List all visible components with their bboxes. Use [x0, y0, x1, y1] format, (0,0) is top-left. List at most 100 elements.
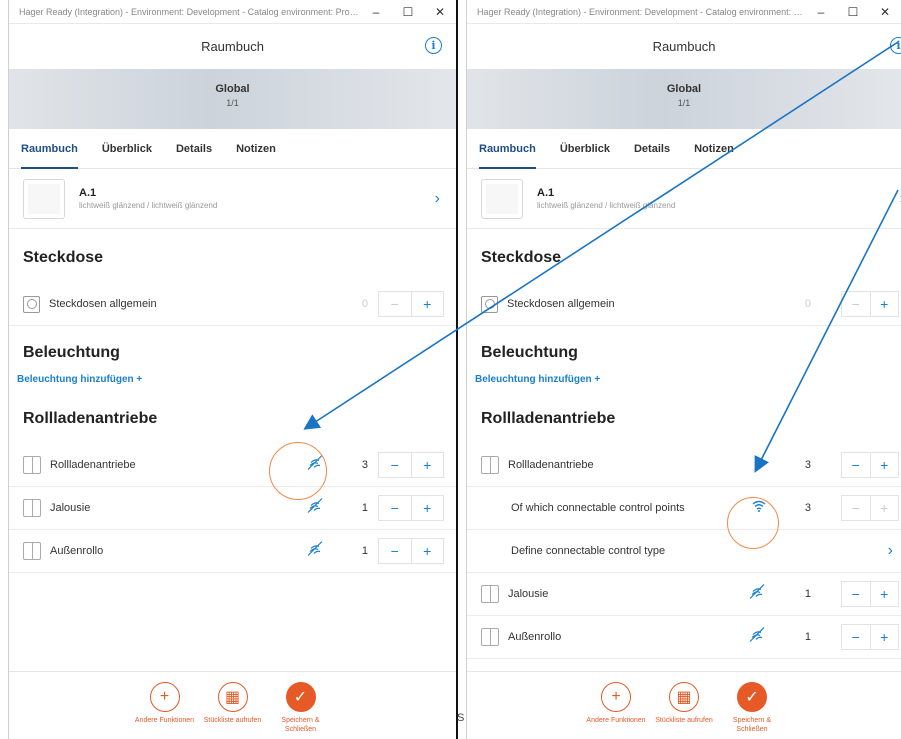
add-lighting-link[interactable]: Beleuchtung hinzufügen +	[467, 374, 901, 410]
blind-icon	[481, 628, 499, 646]
minimize-button[interactable]: –	[360, 0, 392, 24]
quantity-stepper: − +	[378, 291, 444, 317]
increment-button[interactable]: +	[410, 453, 444, 477]
room-title: Global	[666, 83, 702, 95]
other-functions-button[interactable]: + Andere Funktionen	[131, 672, 199, 739]
unlinked-signal-icon[interactable]	[306, 540, 324, 563]
room-counter: 1/1	[226, 98, 239, 108]
list-item: Außenrollo 1 − +	[467, 616, 901, 659]
define-control-type-row[interactable]: Define connectable control type ›	[467, 530, 901, 573]
highlight-circle	[269, 442, 327, 500]
quantity-stepper: − +	[378, 538, 444, 564]
row-label: Rollladenantriebe	[508, 459, 594, 471]
list-icon: ▦	[217, 682, 248, 712]
unlinked-signal-icon[interactable]	[748, 583, 766, 606]
quantity-stepper: − +	[378, 452, 444, 478]
section-beleuchtung: Beleuchtung	[481, 344, 578, 361]
list-item: Jalousie 1 − +	[467, 573, 901, 616]
decrement-button[interactable]: −	[379, 453, 411, 477]
other-functions-button[interactable]: + Andere Funktionen	[582, 672, 650, 739]
tab-raumbuch[interactable]: Raumbuch	[479, 129, 536, 169]
section-steckdose: Steckdose	[481, 249, 562, 266]
row-count: 3	[361, 459, 368, 471]
product-selector[interactable]: A.1 lichtweiß glänzend / lichtweiß glänz…	[467, 169, 901, 229]
bill-of-materials-button[interactable]: ▦ Stückliste aufrufen	[650, 672, 718, 739]
increment-button[interactable]: +	[410, 496, 444, 520]
app-header: Raumbuch i	[9, 24, 456, 69]
row-label: Jalousie	[508, 588, 549, 600]
increment-button[interactable]: +	[869, 292, 899, 316]
increment-button[interactable]: +	[869, 625, 899, 649]
decrement-button[interactable]: −	[842, 453, 870, 477]
unlinked-signal-icon[interactable]	[748, 626, 766, 649]
quantity-stepper: − +	[841, 291, 899, 317]
decrement-button[interactable]: −	[379, 496, 411, 520]
increment-button[interactable]: +	[869, 496, 899, 520]
action-label: Stückliste aufrufen	[655, 717, 713, 724]
check-icon: ✓	[737, 682, 767, 712]
blind-icon	[23, 456, 41, 474]
tab-bar: Raumbuch Überblick Details Notizen	[467, 129, 901, 169]
action-label: Speichern & Schließen	[732, 717, 772, 733]
minimize-button[interactable]: –	[805, 0, 837, 24]
action-label: Andere Funktionen	[134, 717, 195, 724]
row-count: 3	[804, 459, 811, 471]
maximize-button[interactable]: ☐	[837, 0, 869, 24]
quantity-stepper: − +	[841, 581, 899, 607]
room-title: Global	[215, 83, 250, 95]
list-item: Außenrollo 1 − +	[9, 530, 456, 573]
row-label: Rollladenantriebe	[50, 459, 136, 471]
tab-notizen[interactable]: Notizen	[236, 129, 276, 169]
title-bar: Hager Ready (Integration) - Environment:…	[467, 0, 901, 24]
row-count: 1	[361, 545, 368, 557]
row-label: Steckdosen allgemein	[507, 298, 615, 310]
action-bar: + Andere Funktionen ▦ Stückliste aufrufe…	[467, 671, 901, 739]
window-title: Hager Ready (Integration) - Environment:…	[19, 6, 360, 17]
tab-raumbuch[interactable]: Raumbuch	[21, 129, 78, 169]
blind-icon	[481, 585, 499, 603]
room-counter: 1/1	[677, 98, 691, 108]
bill-of-materials-button[interactable]: ▦ Stückliste aufrufen	[199, 672, 267, 739]
app-header: Raumbuch i	[467, 24, 901, 69]
window-title: Hager Ready (Integration) - Environment:…	[477, 6, 805, 17]
unlinked-signal-icon[interactable]	[306, 497, 324, 520]
close-button[interactable]: ✕	[424, 0, 456, 24]
decrement-button[interactable]: −	[842, 292, 870, 316]
decrement-button[interactable]: −	[842, 496, 870, 520]
increment-button[interactable]: +	[410, 539, 444, 563]
decrement-button[interactable]: −	[842, 625, 870, 649]
info-icon[interactable]: i	[425, 37, 442, 54]
increment-button[interactable]: +	[410, 292, 444, 316]
row-label: Außenrollo	[50, 545, 104, 557]
save-close-button[interactable]: ✓ Speichern & Schließen	[267, 672, 335, 739]
chevron-right-icon[interactable]: ›	[888, 542, 893, 560]
increment-button[interactable]: +	[869, 582, 899, 606]
row-label: Steckdosen allgemein	[49, 298, 157, 310]
steckdose-row: Steckdosen allgemein 0 − +	[9, 283, 456, 326]
tab-ueberblick[interactable]: Überblick	[102, 129, 152, 169]
decrement-button[interactable]: −	[842, 582, 870, 606]
tab-details[interactable]: Details	[176, 129, 212, 169]
decrement-button[interactable]: −	[379, 292, 411, 316]
save-close-button[interactable]: ✓ Speichern & Schließen	[718, 672, 786, 739]
close-button[interactable]: ✕	[869, 0, 901, 24]
chevron-right-icon[interactable]: ›	[435, 190, 440, 208]
list-icon: ▦	[669, 682, 699, 712]
add-lighting-link[interactable]: Beleuchtung hinzufügen +	[9, 374, 456, 410]
tab-ueberblick[interactable]: Überblick	[560, 129, 610, 169]
socket-icon	[481, 295, 498, 313]
switch-thumbnail	[23, 178, 65, 219]
tab-details[interactable]: Details	[634, 129, 670, 169]
increment-button[interactable]: +	[869, 453, 899, 477]
product-selector[interactable]: A.1 lichtweiß glänzend / lichtweiß glänz…	[9, 169, 456, 229]
section-beleuchtung: Beleuchtung	[23, 344, 120, 361]
maximize-button[interactable]: ☐	[392, 0, 424, 24]
tab-bar: Raumbuch Überblick Details Notizen	[9, 129, 456, 169]
tab-notizen[interactable]: Notizen	[694, 129, 734, 169]
quantity-stepper: − +	[841, 624, 899, 650]
decrement-button[interactable]: −	[379, 539, 411, 563]
switch-thumbnail	[481, 178, 523, 219]
info-icon[interactable]: i	[890, 37, 901, 54]
section-rollladen: Rollladenantriebe	[481, 410, 616, 427]
list-item: Jalousie 1 − +	[9, 487, 456, 530]
